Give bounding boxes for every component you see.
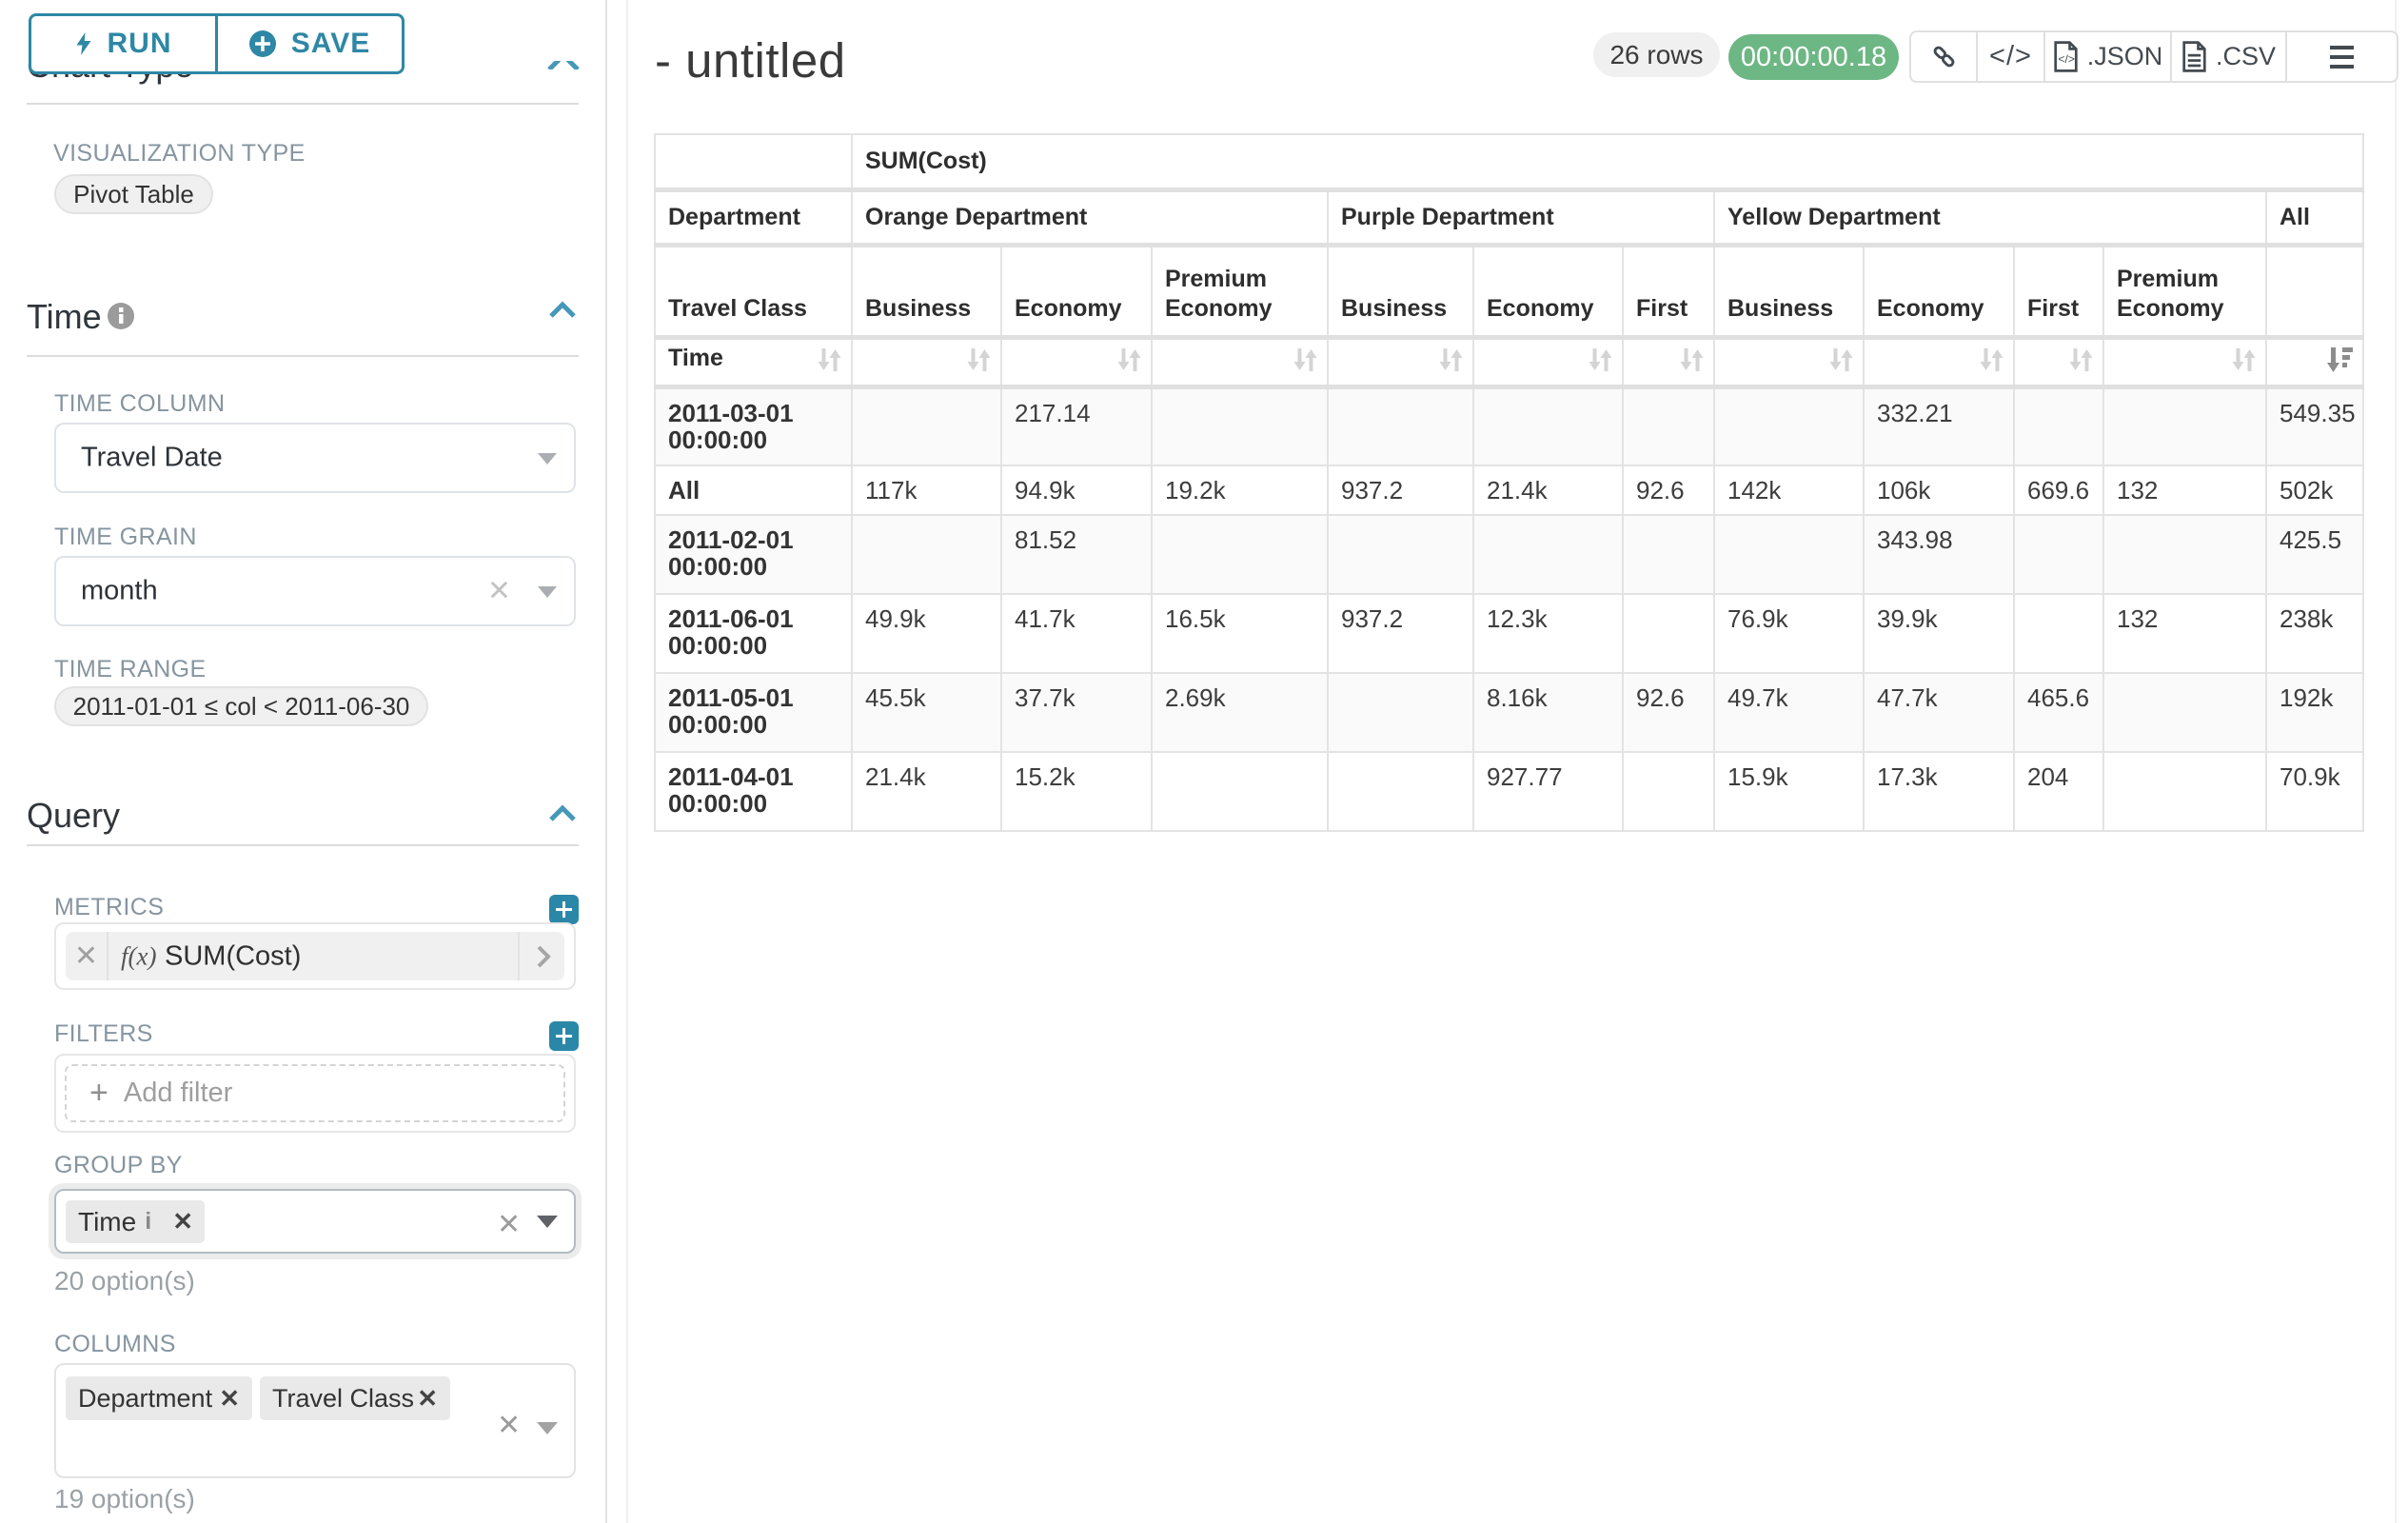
svg-text:</>: </> [2058,52,2075,66]
